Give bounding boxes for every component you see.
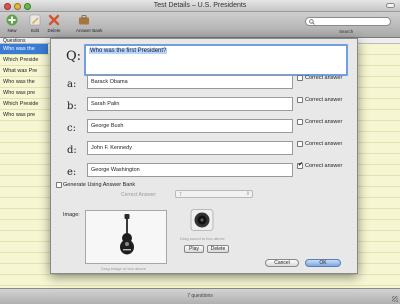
search-label: Search (339, 29, 354, 34)
status-bar: 7 questions (0, 288, 400, 304)
answer-e-correct-checkbox[interactable] (297, 161, 303, 169)
answer-bank-label: Answer Bank (76, 28, 103, 33)
question-field[interactable]: Who was the first President? (84, 44, 348, 76)
sound-drop-well[interactable] (188, 209, 216, 231)
answer-c-correct-label[interactable]: Correct answer (305, 119, 342, 125)
answer-c-letter: c: (67, 123, 76, 134)
search-icon (309, 19, 315, 25)
answer-a-letter: a: (67, 79, 77, 90)
generate-answer-bank-checkbox[interactable] (56, 182, 62, 188)
briefcase-icon (79, 15, 89, 25)
answer-a-correct-label[interactable]: Correct answer (305, 75, 342, 81)
list-item[interactable]: Who was the (0, 44, 48, 54)
new-button-label: New (7, 28, 17, 33)
play-button[interactable]: Play (184, 245, 204, 253)
list-item[interactable]: Who was the (0, 77, 48, 87)
answer-d-text[interactable]: John F. Kennedy (91, 145, 132, 151)
answer-c-text[interactable]: George Bush (91, 123, 123, 129)
list-item[interactable]: Which Preside (0, 55, 48, 65)
toolbar-toggle-button[interactable] (386, 3, 395, 8)
question-count: 7 questions (187, 293, 213, 299)
image-label: Image: (63, 212, 80, 218)
question-editor-sheet: Q: Who was the first President? a: Barac… (50, 38, 358, 274)
delete-toolbar-button[interactable]: Delete (46, 14, 62, 33)
pencil-icon (29, 14, 41, 26)
chevron-updown-icon: ⇕ (245, 191, 250, 197)
search-input[interactable] (317, 18, 387, 25)
toolbar: New Edit Delete Answer Bank Search (0, 12, 400, 38)
answer-d-correct-label[interactable]: Correct answer (305, 141, 342, 147)
answer-e-field[interactable]: George Washington (87, 163, 293, 177)
delete-toolbar-label: Delete (47, 28, 61, 33)
answer-e-letter: e: (67, 167, 77, 178)
list-item[interactable]: Which Preside (0, 99, 48, 109)
list-item[interactable]: Who was pre (0, 88, 48, 98)
search-field[interactable] (305, 17, 391, 26)
answer-d-correct-checkbox[interactable] (297, 141, 303, 147)
answer-b-letter: b: (67, 101, 77, 112)
correct-answer-field-label: Correct Answer: (121, 192, 157, 198)
x-icon (48, 14, 60, 26)
answer-a-correct-checkbox[interactable] (297, 75, 303, 81)
guitar-icon (120, 214, 134, 255)
question-glyph: Q: (66, 49, 82, 64)
answer-b-correct-checkbox[interactable] (297, 97, 303, 103)
correct-answer-value: 7 (179, 192, 182, 198)
answer-e-text[interactable]: George Washington (91, 167, 140, 173)
list-item[interactable]: Who was pre (0, 110, 48, 120)
answer-a-field[interactable]: Barack Obama (87, 75, 293, 89)
plus-icon (6, 14, 18, 26)
answer-d-field[interactable]: John F. Kennedy (87, 141, 293, 155)
sound-hint: Drag sound to box above (180, 236, 225, 241)
question-text[interactable]: Who was the first President? (89, 48, 168, 54)
answer-c-correct-checkbox[interactable] (297, 119, 303, 125)
window-title: Test Details – U.S. Presidents (153, 2, 247, 9)
answer-bank-button[interactable]: Answer Bank (76, 14, 103, 33)
resize-handle[interactable] (392, 296, 398, 302)
title-bar: Test Details – U.S. Presidents (0, 0, 400, 12)
generate-answer-bank-label[interactable]: Generate Using Answer Bank (63, 182, 135, 188)
answer-e-correct-label[interactable]: Correct answer (305, 163, 342, 169)
image-hint: Drag image or box above (101, 266, 146, 271)
answer-a-text[interactable]: Barack Obama (91, 79, 128, 85)
list-item[interactable]: What was Pre (0, 66, 48, 76)
answer-d-letter: d: (67, 145, 77, 156)
ok-button[interactable]: OK (305, 259, 341, 267)
speaker-icon (190, 209, 214, 231)
edit-button[interactable]: Edit (27, 14, 43, 33)
delete-sound-button[interactable]: Delete (207, 245, 229, 253)
edit-button-label: Edit (31, 28, 39, 33)
answer-b-correct-label[interactable]: Correct answer (305, 97, 342, 103)
answer-b-field[interactable]: Sarah Palin (87, 97, 293, 111)
cancel-button[interactable]: Cancel (265, 259, 299, 267)
new-button[interactable]: New (4, 14, 20, 33)
answer-c-field[interactable]: George Bush (87, 119, 293, 133)
answer-b-text[interactable]: Sarah Palin (91, 101, 119, 107)
correct-answer-select[interactable]: 7 ⇕ (175, 190, 253, 198)
image-drop-well[interactable] (85, 210, 167, 264)
